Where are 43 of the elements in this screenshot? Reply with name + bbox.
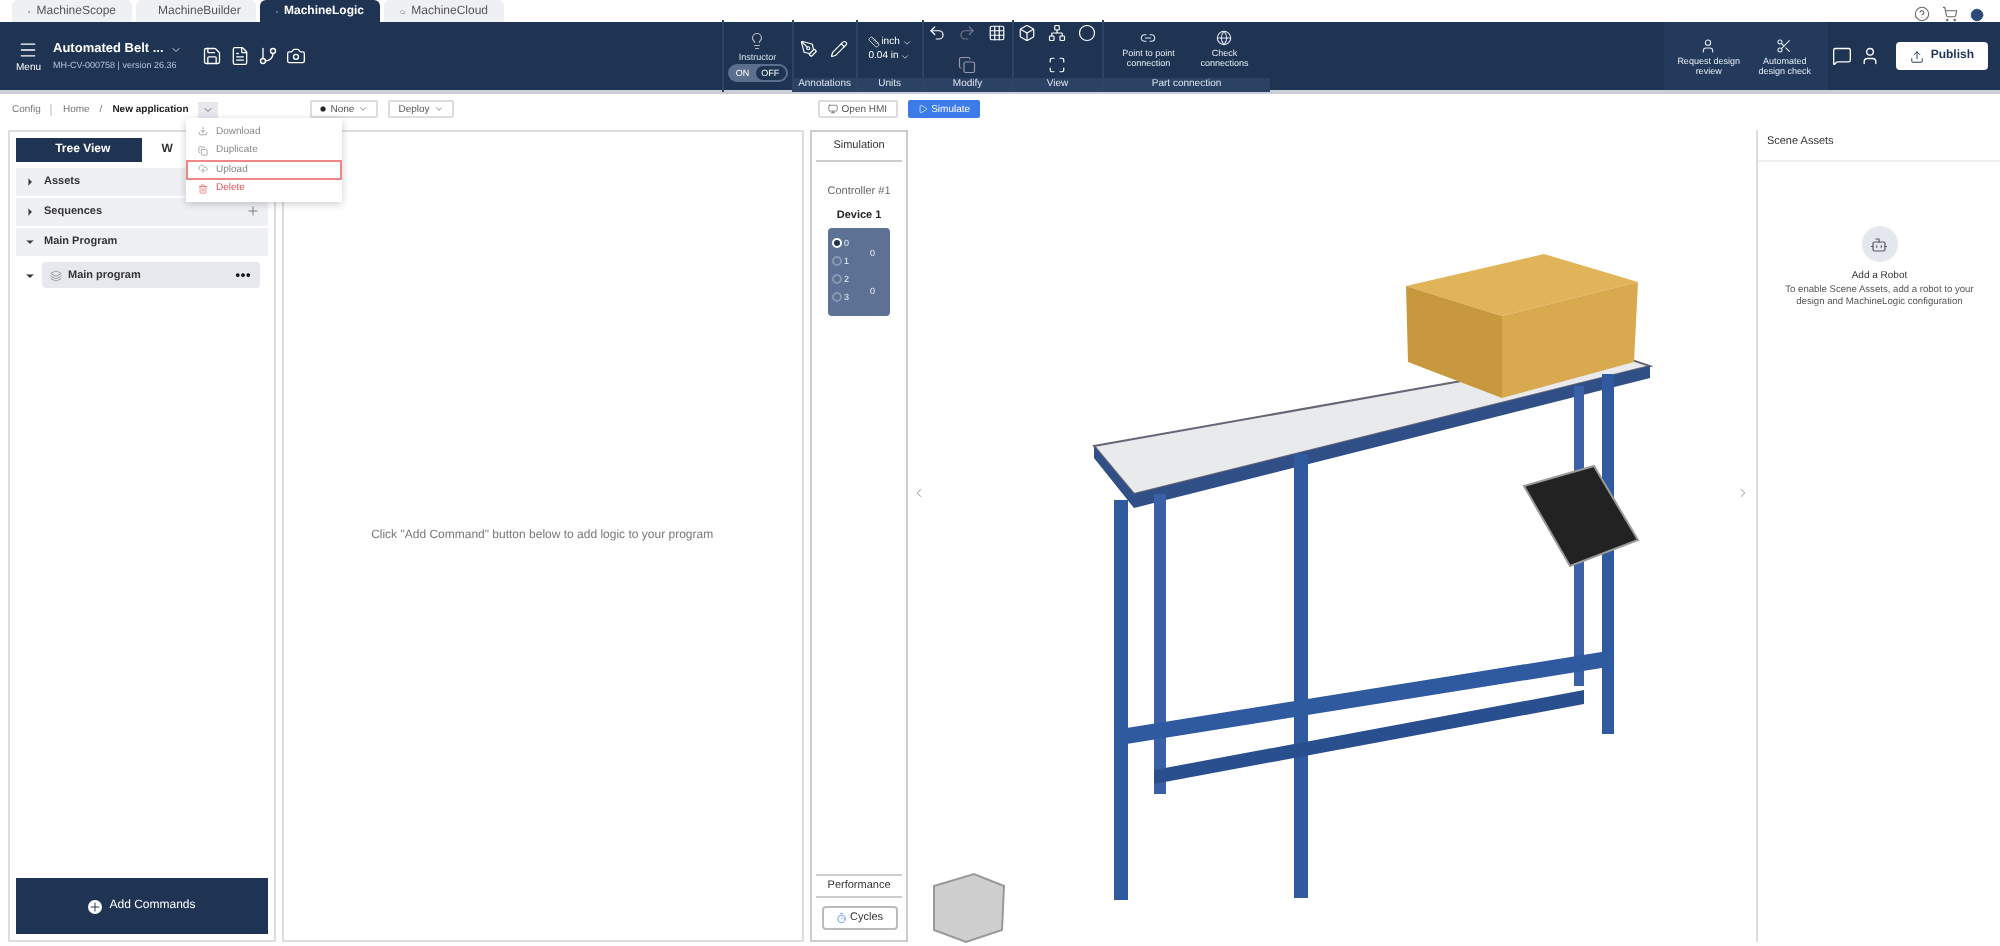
camera-button[interactable] (281, 46, 310, 66)
scissors-icon (1776, 37, 1793, 53)
copy-icon (198, 145, 208, 156)
comment-icon (1832, 46, 1853, 66)
caret-right-icon (24, 175, 36, 188)
document-icon (229, 46, 250, 66)
play-icon (917, 104, 928, 114)
avatar-icon (1970, 7, 1984, 21)
monitor-icon (827, 104, 838, 114)
timer-icon (835, 912, 847, 924)
pencil-icon (830, 40, 849, 58)
comment-button[interactable] (1828, 46, 1857, 66)
layers-icon (50, 269, 62, 281)
fit-icon (1048, 56, 1067, 75)
chevron-down-icon (433, 104, 444, 114)
caret-down-icon (24, 235, 36, 248)
ruler-icon (867, 36, 880, 48)
caret-right-icon (24, 205, 36, 218)
user-icon (1700, 37, 1717, 53)
download-icon (198, 126, 208, 137)
lightbulb-icon (748, 31, 767, 49)
cart-icon (1942, 6, 1958, 22)
undo-icon (928, 23, 947, 42)
chevron-down-icon (202, 103, 215, 115)
save-icon (201, 46, 222, 66)
caret-down-icon[interactable] (24, 269, 36, 281)
menu-icon (18, 39, 39, 59)
copy-icon (958, 56, 977, 75)
upload-icon (1910, 49, 1925, 63)
user-icon (1860, 46, 1881, 66)
view-cube-drawing (933, 872, 1006, 944)
pen-icon (800, 40, 819, 58)
camera-icon (285, 46, 306, 66)
trash-icon (198, 183, 208, 194)
branch-icon (257, 46, 278, 66)
redo-icon (958, 23, 977, 42)
link-icon (1140, 30, 1157, 46)
help-icon (1914, 6, 1930, 22)
dot-icon (320, 106, 327, 112)
chevron-down-icon (358, 104, 369, 114)
cloud-upload-icon (198, 164, 208, 175)
plus-icon (87, 899, 102, 913)
chevron-down-icon (169, 43, 182, 55)
